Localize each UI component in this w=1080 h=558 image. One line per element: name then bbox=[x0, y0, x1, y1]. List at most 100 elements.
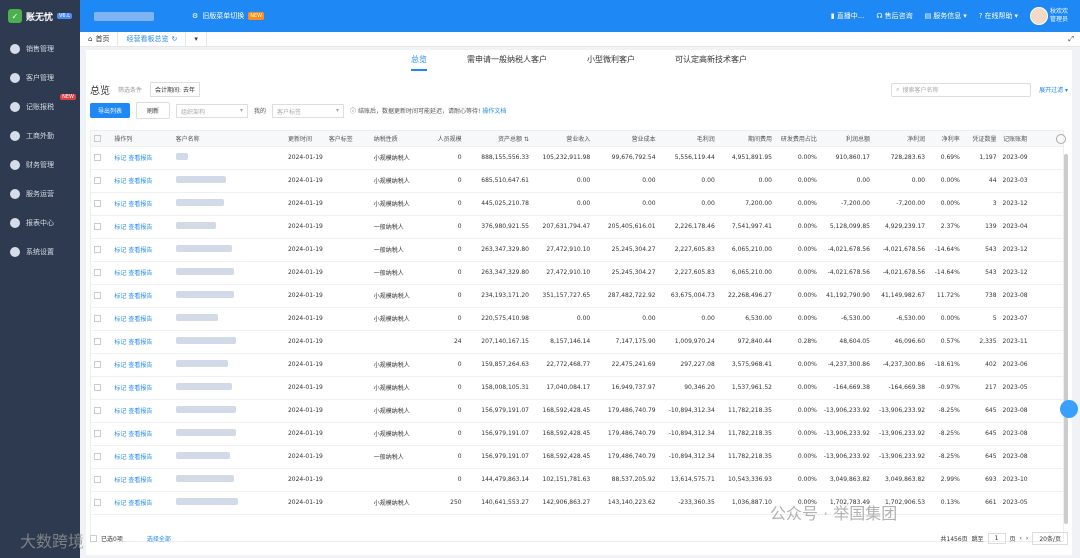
table-row[interactable]: 标记 查看报告 2024-01-19 小规模纳税人 0 156,979,191.07 16… bbox=[91, 399, 1063, 423]
mark-link[interactable]: 标记 bbox=[114, 316, 126, 323]
period-filter-chip[interactable]: 会计期间: 去年 bbox=[150, 82, 200, 97]
mark-link[interactable]: 标记 bbox=[114, 500, 126, 507]
sidebar-item-sales[interactable]: 销售管理 bbox=[0, 34, 80, 63]
user-menu[interactable]: 秋欢欢 管理员 bbox=[1029, 7, 1068, 25]
tab-home[interactable]: ⌂ 首页 bbox=[80, 31, 119, 47]
service-info-menu[interactable]: ▤ 服务信息 ▾ bbox=[925, 11, 967, 21]
search-input[interactable]: ⌕ 搜索客户名称 bbox=[891, 82, 1032, 97]
row-checkbox[interactable] bbox=[94, 246, 101, 253]
tab-general-taxpayer[interactable]: 需申请一般纳税人客户 bbox=[467, 54, 547, 71]
row-checkbox[interactable] bbox=[94, 315, 101, 322]
refresh-button[interactable]: 刷新 bbox=[136, 102, 171, 119]
assistant-float-icon[interactable] bbox=[1060, 400, 1078, 418]
row-checkbox[interactable] bbox=[94, 177, 101, 184]
row-checkbox[interactable] bbox=[94, 269, 101, 276]
view-report-link[interactable]: 查看报告 bbox=[128, 293, 152, 300]
view-report-link[interactable]: 查看报告 bbox=[128, 500, 152, 507]
export-button[interactable]: 导出列表 bbox=[90, 103, 131, 118]
expand-filter-link[interactable]: 展开过滤 ▾ bbox=[1039, 85, 1068, 94]
col-header-sortable[interactable]: 资产总额 ⇅ bbox=[464, 131, 532, 147]
row-checkbox[interactable] bbox=[94, 223, 101, 230]
page-size-select[interactable]: 20条/页 bbox=[1032, 532, 1068, 545]
fullscreen-icon[interactable]: ⤢ bbox=[1068, 35, 1080, 44]
table-row[interactable]: 标记 查看报告 2024-01-19 小规模纳税人 0 888,155,556.33 10… bbox=[91, 146, 1063, 170]
select-all-checkbox[interactable] bbox=[94, 134, 101, 142]
view-report-link[interactable]: 查看报告 bbox=[128, 477, 152, 484]
mark-link[interactable]: 标记 bbox=[114, 155, 126, 162]
mark-link[interactable]: 标记 bbox=[114, 454, 126, 461]
row-checkbox[interactable] bbox=[94, 430, 101, 437]
table-row[interactable]: 标记 查看报告 2024-01-19 24 207,140,167.15 8,157,1… bbox=[91, 330, 1063, 354]
table-scrollbar[interactable] bbox=[1064, 154, 1068, 524]
view-report-link[interactable]: 查看报告 bbox=[128, 408, 152, 415]
support-link[interactable]: ☊ 售后咨询 bbox=[876, 11, 912, 21]
mark-link[interactable]: 标记 bbox=[114, 385, 126, 392]
row-checkbox[interactable] bbox=[94, 292, 101, 299]
table-row[interactable]: 标记 查看报告 2024-01-19 小规模纳税人 0 234,193,171.20 35… bbox=[91, 284, 1063, 308]
table-row[interactable]: 标记 查看报告 2024-01-19 一般纳税人 0 263,347,329.80 27,… bbox=[91, 261, 1063, 285]
mark-link[interactable]: 标记 bbox=[114, 477, 126, 484]
view-report-link[interactable]: 查看报告 bbox=[128, 247, 152, 254]
mark-link[interactable]: 标记 bbox=[114, 408, 126, 415]
view-report-link[interactable]: 查看报告 bbox=[128, 454, 152, 461]
mark-link[interactable]: 标记 bbox=[114, 178, 126, 185]
tag-select[interactable]: 客户标签 ▾ bbox=[272, 103, 345, 118]
sidebar-item-reports[interactable]: 报表中心 bbox=[0, 208, 80, 237]
mark-link[interactable]: 标记 bbox=[114, 201, 126, 208]
row-checkbox[interactable] bbox=[94, 499, 101, 506]
app-logo[interactable]: ✓ 账无忧 V6.L bbox=[0, 0, 80, 32]
row-checkbox[interactable] bbox=[94, 338, 101, 345]
table-row[interactable]: 标记 查看报告 2024-01-19 一般纳税人 0 376,980,921.55 207… bbox=[91, 215, 1063, 239]
mark-link[interactable]: 标记 bbox=[114, 339, 126, 346]
view-report-link[interactable]: 查看报告 bbox=[128, 178, 152, 185]
sidebar-item-settings[interactable]: 系统设置 bbox=[0, 237, 80, 266]
table-settings-icon[interactable] bbox=[1056, 134, 1066, 144]
footer-checkbox[interactable] bbox=[90, 535, 97, 542]
table-row[interactable]: 标记 查看报告 2024-01-19 0 144,479,863.14 102,151,… bbox=[91, 468, 1063, 492]
mark-link[interactable]: 标记 bbox=[114, 362, 126, 369]
row-checkbox[interactable] bbox=[94, 361, 101, 368]
refresh-icon[interactable]: ↻ bbox=[171, 35, 177, 43]
tab-menu[interactable]: ▾ bbox=[186, 31, 207, 47]
view-report-link[interactable]: 查看报告 bbox=[128, 362, 152, 369]
view-report-link[interactable]: 查看报告 bbox=[128, 270, 152, 277]
row-checkbox[interactable] bbox=[94, 200, 101, 207]
view-report-link[interactable]: 查看报告 bbox=[128, 339, 152, 346]
tab-overview[interactable]: 总览 bbox=[411, 54, 427, 71]
company-selector[interactable] bbox=[94, 11, 154, 21]
menu-switch[interactable]: ⚙ 旧版菜单切换 NEW bbox=[192, 11, 265, 21]
mark-link[interactable]: 标记 bbox=[114, 270, 126, 277]
row-checkbox[interactable] bbox=[94, 384, 101, 391]
sidebar-item-business[interactable]: 工商外勤 bbox=[0, 121, 80, 150]
view-report-link[interactable]: 查看报告 bbox=[128, 316, 152, 323]
select-all-link[interactable]: 选择全部 bbox=[147, 534, 171, 543]
view-report-link[interactable]: 查看报告 bbox=[128, 201, 152, 208]
sidebar-item-customers[interactable]: 客户管理 bbox=[0, 63, 80, 92]
next-page-icon[interactable]: › bbox=[1026, 535, 1028, 542]
mark-link[interactable]: 标记 bbox=[114, 247, 126, 254]
prev-page-icon[interactable]: ‹ bbox=[1020, 535, 1022, 542]
row-checkbox[interactable] bbox=[94, 154, 101, 161]
table-row[interactable]: 标记 查看报告 2024-01-19 小规模纳税人 0 685,510,647.61 0.… bbox=[91, 169, 1063, 193]
view-report-link[interactable]: 查看报告 bbox=[128, 385, 152, 392]
page-input[interactable]: 1 bbox=[987, 533, 1006, 544]
sidebar-item-operations[interactable]: 服务运营 bbox=[0, 179, 80, 208]
org-select[interactable]: 组织架构 ▾ bbox=[176, 103, 249, 118]
table-row[interactable]: 标记 查看报告 2024-01-19 小规模纳税人 0 156,979,191.07 16… bbox=[91, 422, 1063, 446]
tab-high-tech[interactable]: 可认定高新技术客户 bbox=[675, 54, 747, 71]
view-report-link[interactable]: 查看报告 bbox=[128, 224, 152, 231]
table-row[interactable]: 标记 查看报告 2024-01-19 一般纳税人 0 156,979,191.07 168… bbox=[91, 445, 1063, 469]
mark-link[interactable]: 标记 bbox=[114, 224, 126, 231]
view-report-link[interactable]: 查看报告 bbox=[128, 431, 152, 438]
sidebar-item-finance[interactable]: 财务管理 bbox=[0, 150, 80, 179]
sidebar-item-bookkeeping[interactable]: 记账报税 NEW bbox=[0, 92, 80, 121]
table-row[interactable]: 标记 查看报告 2024-01-19 一般纳税人 0 263,347,329.80 27,… bbox=[91, 238, 1063, 262]
row-checkbox[interactable] bbox=[94, 407, 101, 414]
help-menu[interactable]: ? 在线帮助 ▾ bbox=[979, 11, 1018, 21]
mark-link[interactable]: 标记 bbox=[114, 293, 126, 300]
tab-dashboard[interactable]: 经营看板总览 ↻ bbox=[118, 31, 187, 47]
view-report-link[interactable]: 查看报告 bbox=[128, 155, 152, 162]
tab-small-micro[interactable]: 小型微利客户 bbox=[587, 54, 635, 71]
mark-link[interactable]: 标记 bbox=[114, 431, 126, 438]
table-row[interactable]: 标记 查看报告 2024-01-19 小规模纳税人 0 220,575,410.98 0.… bbox=[91, 307, 1063, 331]
